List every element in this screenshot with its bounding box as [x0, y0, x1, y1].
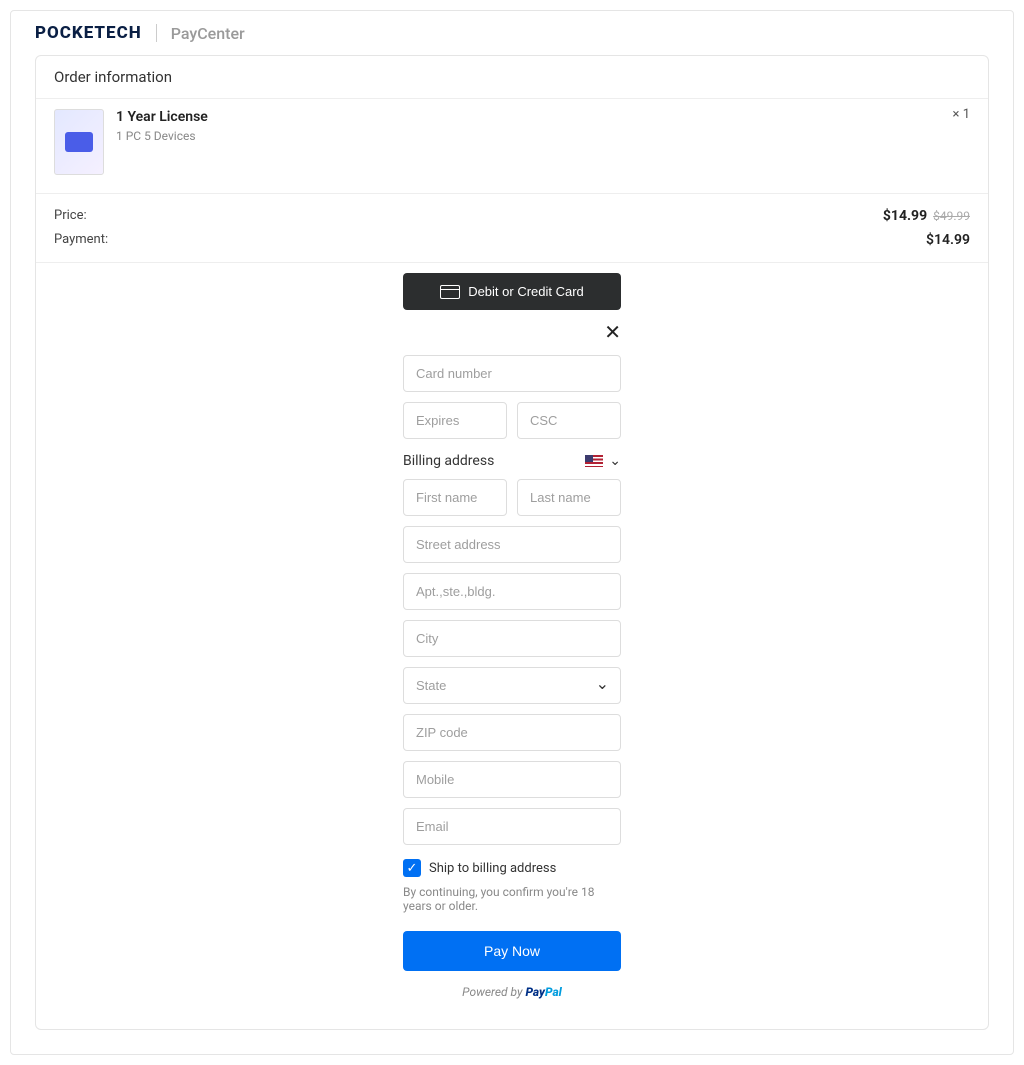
order-heading: Order information	[36, 56, 988, 99]
first-name-input[interactable]	[403, 479, 507, 516]
brand-logo: POCKETECH	[35, 23, 142, 43]
original-price: $49.99	[933, 209, 970, 223]
email-input[interactable]	[403, 808, 621, 845]
mobile-input[interactable]	[403, 761, 621, 798]
checkout-area: Debit or Credit Card ✕ Billing address	[36, 262, 988, 1029]
apt-input[interactable]	[403, 573, 621, 610]
city-input[interactable]	[403, 620, 621, 657]
product-subtitle: 1 PC 5 Devices	[116, 129, 208, 143]
header-divider	[156, 24, 157, 42]
powered-by: Powered by PayPal	[403, 985, 621, 999]
order-item-row: 1 Year License 1 PC 5 Devices × 1	[36, 99, 988, 193]
flag-icon	[585, 455, 603, 467]
page-header: POCKETECH PayCenter	[11, 11, 1013, 55]
ship-to-billing-checkbox[interactable]: ✓	[403, 859, 421, 877]
ship-to-billing-label: Ship to billing address	[429, 861, 556, 876]
order-card: Order information 1 Year License 1 PC 5 …	[35, 55, 989, 1030]
debit-credit-label: Debit or Credit Card	[468, 284, 584, 299]
country-selector[interactable]: ⌄	[585, 453, 621, 469]
product-title: 1 Year License	[116, 109, 208, 125]
sub-brand: PayCenter	[171, 24, 245, 43]
pay-now-button[interactable]: Pay Now	[403, 931, 621, 971]
close-icon[interactable]: ✕	[604, 320, 621, 345]
payment-label: Payment:	[54, 232, 108, 248]
price-section: Price: $14.99 $49.99 Payment: $14.99	[36, 193, 988, 262]
price-label: Price:	[54, 208, 87, 224]
street-input[interactable]	[403, 526, 621, 563]
payment-form: Billing address ⌄	[403, 355, 621, 999]
age-notice: By continuing, you confirm you're 18 yea…	[403, 885, 621, 913]
card-number-input[interactable]	[403, 355, 621, 392]
expires-input[interactable]	[403, 402, 507, 439]
zip-input[interactable]	[403, 714, 621, 751]
payment-total: $14.99	[926, 232, 970, 248]
billing-heading: Billing address	[403, 453, 494, 469]
csc-input[interactable]	[517, 402, 621, 439]
current-price: $14.99	[883, 208, 927, 224]
last-name-input[interactable]	[517, 479, 621, 516]
page-container: POCKETECH PayCenter Order information 1 …	[10, 10, 1014, 1055]
chevron-down-icon: ⌄	[609, 453, 621, 469]
product-thumbnail	[54, 109, 104, 175]
card-icon	[440, 285, 460, 299]
debit-credit-button[interactable]: Debit or Credit Card	[403, 273, 621, 310]
state-select[interactable]: State	[403, 667, 621, 704]
product-quantity: × 1	[953, 107, 970, 122]
